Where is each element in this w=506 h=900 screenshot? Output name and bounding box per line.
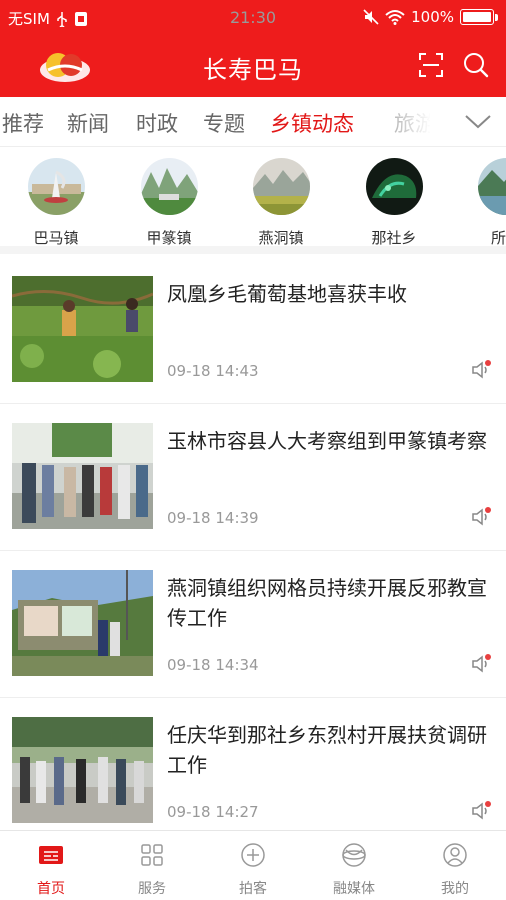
news-headline[interactable]: 任庆华到那社乡东烈村开展扶贫调研工作 (167, 720, 489, 780)
nav-label: 融媒体 (333, 881, 375, 897)
chevron-down-icon[interactable] (463, 109, 493, 133)
news-list: 凤凰乡毛葡萄基地喜获丰收 09-18 14:43 玉林市容县人大考察组到甲篆镇考… (0, 257, 506, 845)
nav-label: 服务 (138, 881, 166, 897)
town-jiazhuan[interactable]: 甲篆镇 (124, 158, 214, 247)
nav-profile[interactable]: 我的 (415, 841, 495, 898)
search-icon[interactable] (461, 50, 491, 80)
town-avatar (365, 158, 423, 215)
town-bama[interactable]: 巴马镇 (11, 158, 101, 247)
news-headline[interactable]: 凤凰乡毛葡萄基地喜获丰收 (167, 279, 489, 309)
news-headline[interactable]: 燕洞镇组织网格员持续开展反邪教宣传工作 (167, 573, 489, 633)
battery-label: 100% (411, 8, 454, 26)
news-item[interactable]: 玉林市容县人大考察组到甲篆镇考察 09-18 14:39 (0, 404, 506, 551)
news-time: 09-18 14:43 (167, 362, 259, 380)
town-avatar (27, 158, 85, 215)
nav-label: 拍客 (239, 881, 267, 897)
town-name: 那社乡 (371, 229, 417, 247)
category-tabs: 推荐 新闻 时政 专题 乡镇动态 旅游 (0, 97, 506, 147)
news-item[interactable]: 凤凰乡毛葡萄基地喜获丰收 09-18 14:43 (0, 257, 506, 404)
tab-news[interactable]: 新闻 (67, 108, 109, 138)
town-avatar (252, 158, 310, 215)
towns-row: 巴马镇 甲篆镇 燕洞镇 那社乡 所 (0, 148, 506, 254)
tabs-fade (395, 97, 431, 146)
nav-label: 首页 (37, 881, 65, 897)
status-bar: 无SIM 21:30 100% (0, 0, 506, 34)
town-suolve[interactable]: 所略 (461, 158, 506, 247)
battery-icon (460, 9, 494, 25)
bottom-nav: 首页 服务 拍客 融媒体 我的 (0, 830, 506, 900)
speaker-icon[interactable] (470, 506, 492, 528)
news-thumbnail (12, 717, 153, 823)
town-nashe[interactable]: 那社乡 (349, 158, 439, 247)
mute-icon (363, 9, 379, 25)
app-header: 长寿巴马 (0, 34, 506, 97)
news-thumbnail (12, 423, 153, 529)
town-avatar (477, 158, 506, 215)
top-bar: 无SIM 21:30 100% 长寿巴马 (0, 0, 506, 97)
speaker-icon[interactable] (470, 359, 492, 381)
battery-cap (495, 13, 498, 21)
status-right: 100% (363, 8, 498, 26)
news-item[interactable]: 任庆华到那社乡东烈村开展扶贫调研工作 09-18 14:27 (0, 698, 506, 845)
tab-topics[interactable]: 专题 (203, 108, 245, 138)
plus-circle-icon (241, 843, 265, 867)
home-icon (39, 846, 63, 864)
news-thumbnail (12, 570, 153, 676)
speaker-icon[interactable] (470, 800, 492, 822)
nav-home[interactable]: 首页 (11, 841, 91, 898)
user-icon (443, 843, 467, 867)
news-thumbnail (12, 276, 153, 382)
wifi-icon (385, 10, 405, 25)
nav-label: 我的 (441, 881, 469, 897)
nav-services[interactable]: 服务 (112, 841, 192, 898)
news-item[interactable]: 燕洞镇组织网格员持续开展反邪教宣传工作 09-18 14:34 (0, 551, 506, 698)
grid-icon (141, 844, 163, 866)
town-avatar (140, 158, 198, 215)
speaker-icon[interactable] (470, 653, 492, 675)
news-time: 09-18 14:34 (167, 656, 259, 674)
town-name: 巴马镇 (33, 229, 79, 247)
tab-politics[interactable]: 时政 (136, 108, 178, 138)
town-name: 燕洞镇 (258, 229, 304, 247)
tab-town-news[interactable]: 乡镇动态 (270, 108, 354, 138)
globe-icon (342, 843, 366, 867)
news-time: 09-18 14:39 (167, 509, 259, 527)
news-time: 09-18 14:27 (167, 803, 259, 821)
tab-recommend[interactable]: 推荐 (2, 108, 44, 138)
nav-reporter[interactable]: 拍客 (213, 841, 293, 898)
town-name: 甲篆镇 (146, 229, 192, 247)
nav-media[interactable]: 融媒体 (314, 841, 394, 898)
news-headline[interactable]: 玉林市容县人大考察组到甲篆镇考察 (167, 426, 489, 456)
scan-icon[interactable] (416, 50, 446, 80)
town-name: 所略 (490, 229, 506, 247)
town-yandong[interactable]: 燕洞镇 (236, 158, 326, 247)
